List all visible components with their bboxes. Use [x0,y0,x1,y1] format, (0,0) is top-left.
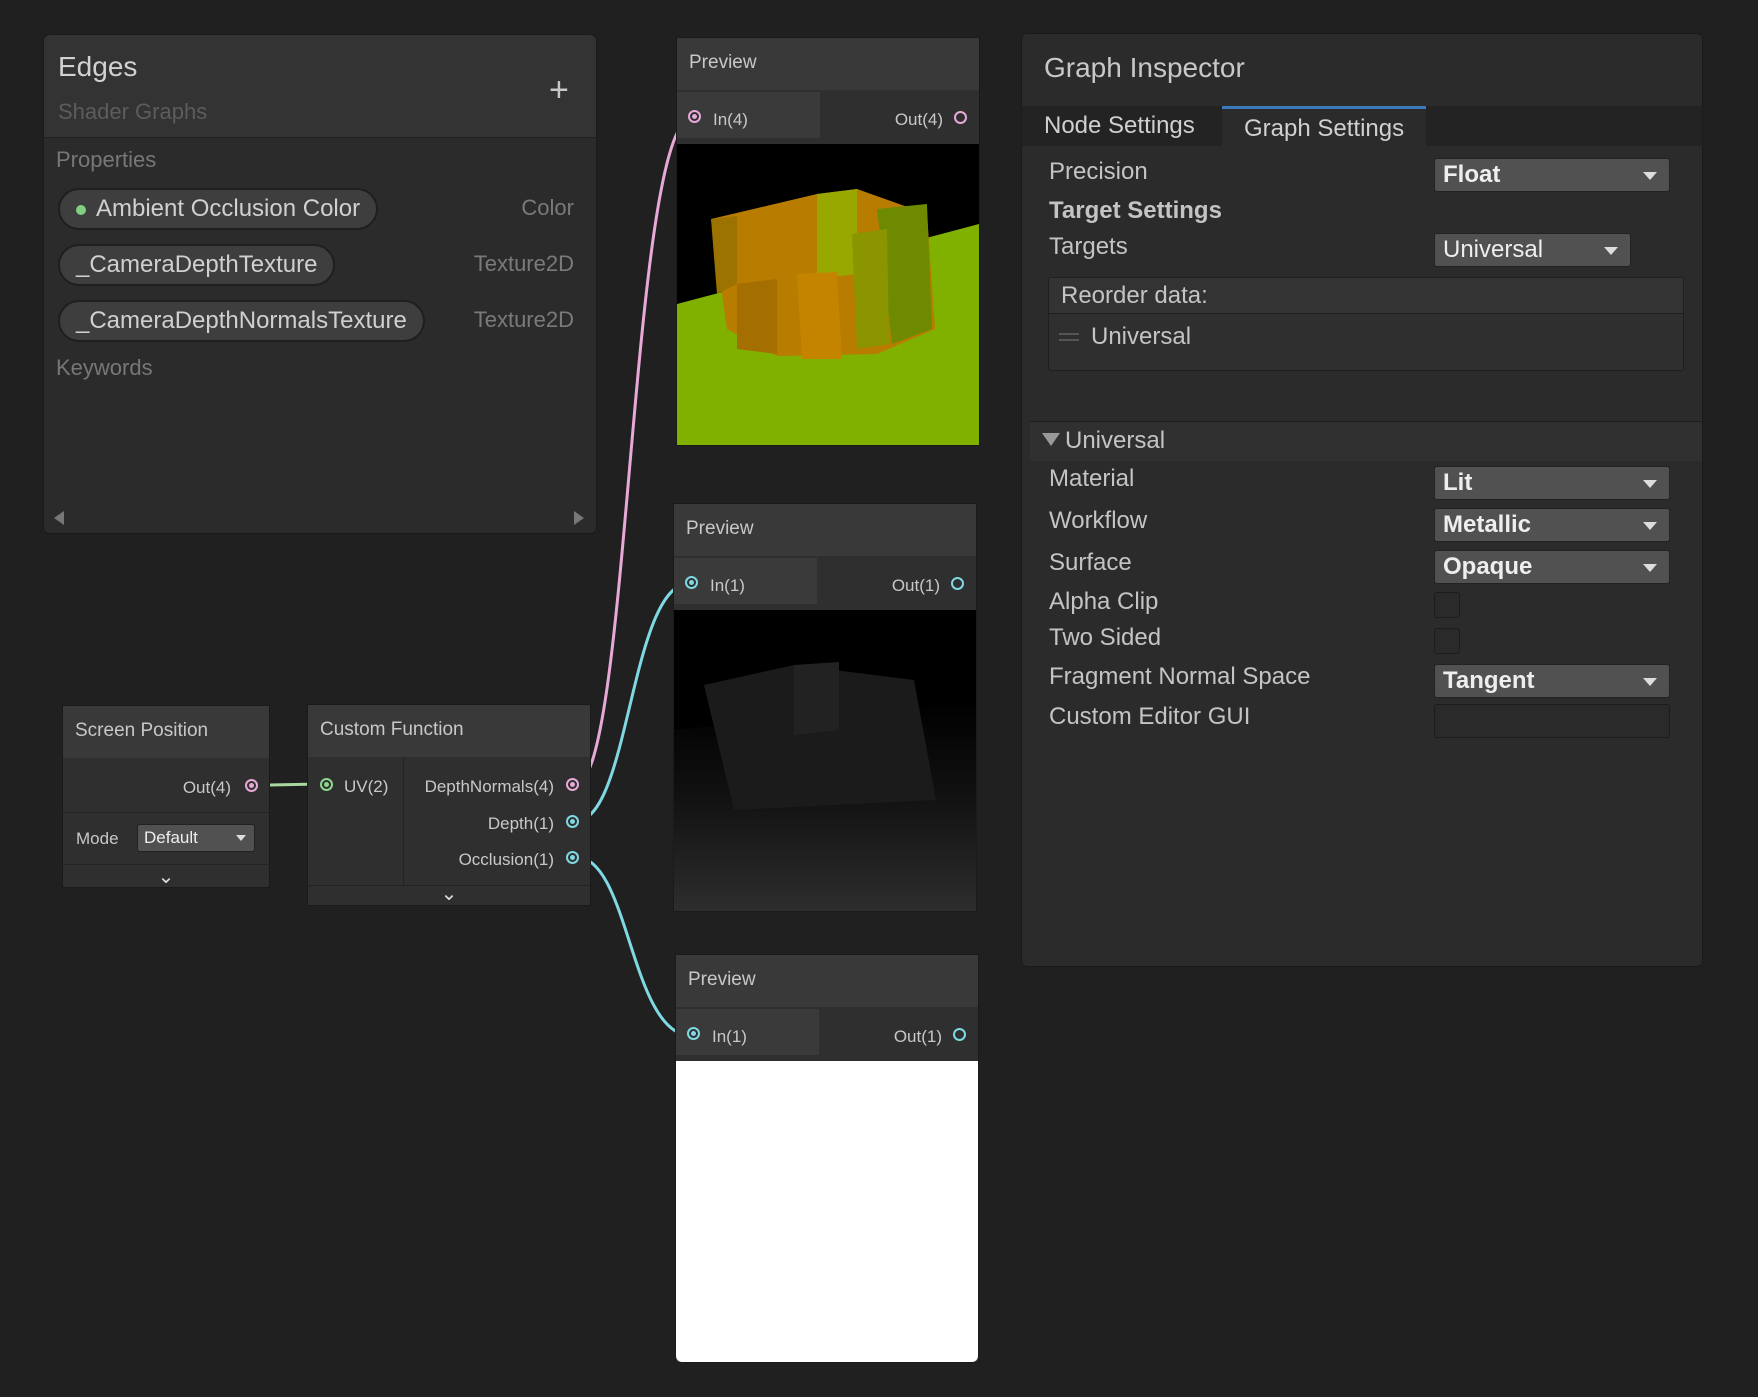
property-name: Ambient Occlusion Color [96,195,361,222]
custom-editor-gui-label: Custom Editor GUI [1049,703,1251,730]
property-pill-camera-depth-texture[interactable]: _CameraDepthTexture [58,244,336,286]
targets-dropdown[interactable]: Universal [1434,233,1631,267]
material-label: Material [1049,465,1135,492]
preview-image-depth [674,610,976,911]
foldout-label: Universal [1065,427,1166,454]
port-label: Occlusion(1) [458,850,554,869]
input-port[interactable] [320,778,333,791]
property-type: Texture2D [473,307,574,332]
output-port[interactable] [245,779,258,792]
output-port[interactable] [566,851,579,864]
chevron-down-icon [1643,564,1657,572]
two-sided-label: Two Sided [1049,624,1162,651]
input-port[interactable] [688,110,701,123]
mode-dropdown[interactable]: Default [137,824,255,852]
property-name: _CameraDepthTexture [76,251,318,278]
inspector-title: Graph Inspector [1044,52,1245,83]
port-label: Out(1) [891,576,940,595]
property-name: _CameraDepthNormalsTexture [76,307,407,334]
inspector-tabs: Node Settings Graph Settings [1022,106,1702,146]
port-label: Out(4) [182,778,231,797]
property-type: Color [521,195,574,220]
alpha-clip-checkbox[interactable] [1434,592,1460,618]
port-label: In(1) [710,576,745,595]
port-label: Out(4) [894,110,943,129]
preview-image-occlusion [676,1061,978,1362]
output-port[interactable] [954,111,967,124]
expand-chevron-icon[interactable]: ⌄ [308,881,590,906]
chevron-down-icon [1643,172,1657,180]
precision-dropdown[interactable]: Float [1434,158,1670,192]
blackboard-panel: Edges Shader Graphs + Properties Ambient… [43,34,597,534]
tab-node-settings[interactable]: Node Settings [1022,106,1217,146]
material-dropdown[interactable]: Lit [1434,466,1670,500]
output-port[interactable] [951,577,964,590]
output-port[interactable] [566,778,579,791]
target-settings-header: Target Settings [1049,197,1222,224]
custom-function-node[interactable]: Custom Function UV(2) DepthNormals(4) De… [307,704,591,906]
tab-graph-settings[interactable]: Graph Settings [1222,106,1427,146]
chevron-down-icon [1643,522,1657,530]
fragment-normal-space-label: Fragment Normal Space [1049,663,1311,690]
property-pill-ambient-occlusion-color[interactable]: Ambient Occlusion Color [58,188,379,230]
reorder-item[interactable]: Universal [1091,323,1191,351]
port-label: Depth(1) [487,814,554,833]
port-label: In(1) [712,1027,747,1046]
properties-header: Properties [56,147,157,172]
preview-image-lit [677,144,979,445]
exposed-dot-icon [76,204,86,215]
node-title: Custom Function [308,705,590,757]
node-title: Screen Position [63,706,269,758]
output-port[interactable] [566,815,579,828]
node-title: Preview [676,955,978,1007]
chevron-down-icon [1604,247,1618,255]
custom-editor-gui-field[interactable] [1434,704,1670,738]
two-sided-checkbox[interactable] [1434,628,1460,654]
input-port[interactable] [685,576,698,589]
blackboard-subtitle: Shader Graphs [58,99,208,124]
output-port[interactable] [953,1028,966,1041]
drag-handle-icon[interactable] [1059,333,1079,335]
reorder-header: Reorder data: [1061,282,1208,309]
scroll-left-icon[interactable] [54,511,64,525]
mode-label: Mode [76,829,119,848]
fragment-normal-space-dropdown[interactable]: Tangent [1434,664,1670,698]
port-label: In(4) [713,110,748,129]
workflow-dropdown[interactable]: Metallic [1434,508,1670,542]
screen-position-node[interactable]: Screen Position Out(4) Mode Default ⌄ [62,705,270,888]
surface-dropdown[interactable]: Opaque [1434,550,1670,584]
alpha-clip-label: Alpha Clip [1049,588,1159,615]
graph-inspector-panel: Graph Inspector Node Settings Graph Sett… [1021,33,1703,967]
port-label: UV(2) [344,777,389,796]
precision-label: Precision [1049,158,1148,185]
universal-foldout[interactable]: Universal [1030,421,1702,461]
property-type: Texture2D [473,251,574,276]
expand-chevron-icon[interactable]: ⌄ [63,864,269,889]
preview-node-3[interactable]: Preview In(1) Out(1) [675,954,979,1363]
blackboard-title: Edges [58,51,138,82]
chevron-down-icon [1643,480,1657,488]
node-title: Preview [677,38,979,90]
keywords-header: Keywords [56,355,153,380]
reorder-list: Reorder data: Universal [1048,277,1684,371]
workflow-label: Workflow [1049,507,1148,534]
property-pill-camera-depth-normals-texture[interactable]: _CameraDepthNormalsTexture [58,300,425,342]
horizontal-scrollbar[interactable] [44,505,596,531]
add-property-button[interactable]: + [549,71,569,110]
targets-label: Targets [1049,233,1128,260]
preview-node-1[interactable]: Preview In(4) Out(4) [676,37,980,446]
node-title: Preview [674,504,976,556]
chevron-down-icon [1643,678,1657,686]
blackboard-header: Edges Shader Graphs + [44,35,596,138]
port-label: Out(1) [893,1027,942,1046]
input-port[interactable] [687,1027,700,1040]
preview-node-2[interactable]: Preview In(1) Out(1) [673,503,977,912]
port-label: DepthNormals(4) [424,777,554,796]
foldout-triangle-icon[interactable] [1042,433,1060,446]
scroll-right-icon[interactable] [574,511,584,525]
surface-label: Surface [1049,549,1132,576]
